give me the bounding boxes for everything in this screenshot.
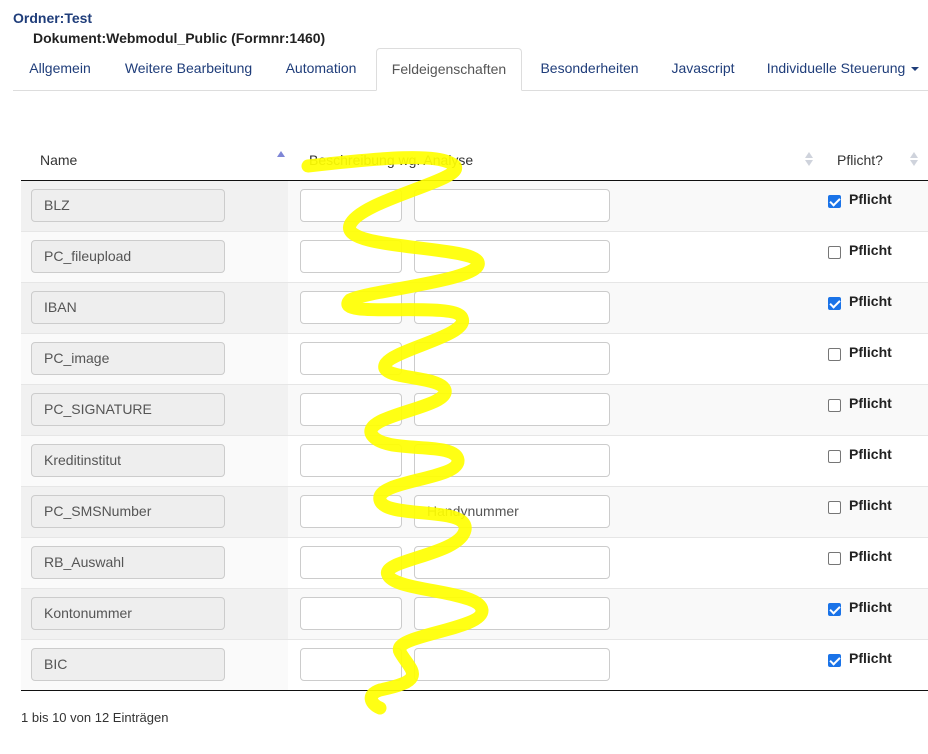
table-row: BIC Pflicht — [21, 640, 928, 691]
tab-automation[interactable]: Automation — [275, 48, 367, 89]
analysis-input[interactable] — [300, 546, 402, 579]
description-input[interactable]: Handynummer — [414, 495, 610, 528]
required-checkbox[interactable] — [828, 348, 841, 361]
column-header-required[interactable]: Pflicht? — [837, 138, 883, 180]
description-input[interactable] — [414, 189, 610, 222]
tab-feldeigenschaften[interactable]: Feldeigenschaften — [376, 48, 522, 91]
analysis-input[interactable] — [300, 648, 402, 681]
required-checkbox[interactable] — [828, 501, 841, 514]
tab-label: Allgemein — [29, 60, 91, 76]
table-row: PC_fileupload Pflicht — [21, 232, 928, 283]
tab-allgemein[interactable]: Allgemein — [19, 48, 101, 89]
field-name-input: PC_SMSNumber — [31, 495, 225, 528]
required-checkbox[interactable] — [828, 450, 841, 463]
analysis-input[interactable] — [300, 597, 402, 630]
document-title: Dokument:Webmodul_Public (Formnr:1460) — [33, 30, 326, 46]
description-input[interactable] — [414, 546, 610, 579]
required-label[interactable]: Pflicht — [849, 395, 892, 411]
description-input[interactable] — [414, 648, 610, 681]
table-row: RB_Auswahl Pflicht — [21, 538, 928, 589]
table-row: BLZ Pflicht — [21, 181, 928, 232]
column-header-name[interactable]: Name — [40, 138, 77, 180]
field-name-input: BIC — [31, 648, 225, 681]
analysis-input[interactable] — [300, 495, 402, 528]
required-label[interactable]: Pflicht — [849, 344, 892, 360]
analysis-input[interactable] — [300, 444, 402, 477]
table-row: Kontonummer Pflicht — [21, 589, 928, 640]
tab-label: Besonderheiten — [540, 60, 639, 76]
table-header: Name Beschreibung wg. Analyse Pflicht? — [21, 138, 928, 181]
required-checkbox[interactable] — [828, 603, 841, 616]
tab-besonderheiten[interactable]: Besonderheiten — [528, 48, 651, 89]
description-input[interactable] — [414, 342, 610, 375]
tab-label: Javascript — [671, 60, 735, 76]
table-row: IBAN Pflicht — [21, 283, 928, 334]
caret-down-icon — [911, 67, 920, 72]
description-input[interactable] — [414, 444, 610, 477]
description-input[interactable] — [414, 597, 610, 630]
description-input[interactable] — [414, 291, 610, 324]
sort-icon[interactable] — [910, 152, 918, 168]
required-checkbox[interactable] — [828, 297, 841, 310]
required-label[interactable]: Pflicht — [849, 293, 892, 309]
required-checkbox[interactable] — [828, 399, 841, 412]
field-name-input: Kontonummer — [31, 597, 225, 630]
sort-icon[interactable] — [805, 152, 813, 168]
field-name-input: Kreditinstitut — [31, 444, 225, 477]
tab-label: Feldeigenschaften — [391, 61, 507, 77]
tab-bar: Allgemein Weitere Bearbeitung Automation… — [13, 48, 928, 91]
table-row: Kreditinstitut Pflicht — [21, 436, 928, 487]
analysis-input[interactable] — [300, 393, 402, 426]
field-name-input: PC_fileupload — [31, 240, 225, 273]
field-name-input: PC_image — [31, 342, 225, 375]
table-row: PC_image Pflicht — [21, 334, 928, 385]
required-label[interactable]: Pflicht — [849, 191, 892, 207]
required-checkbox[interactable] — [828, 195, 841, 208]
field-name-input: BLZ — [31, 189, 225, 222]
analysis-input[interactable] — [300, 240, 402, 273]
required-label[interactable]: Pflicht — [849, 497, 892, 513]
table-row: PC_SIGNATURE Pflicht — [21, 385, 928, 436]
required-checkbox[interactable] — [828, 246, 841, 259]
tab-javascript[interactable]: Javascript — [659, 48, 747, 89]
tab-weitere-bearbeitung[interactable]: Weitere Bearbeitung — [111, 48, 266, 89]
tab-individuelle-steuerung[interactable]: Individuelle Steuerung — [758, 48, 928, 89]
analysis-input[interactable] — [300, 291, 402, 324]
required-label[interactable]: Pflicht — [849, 599, 892, 615]
required-label[interactable]: Pflicht — [849, 446, 892, 462]
analysis-input[interactable] — [300, 189, 402, 222]
pagination-info: 1 bis 10 von 12 Einträgen — [21, 710, 169, 725]
required-label[interactable]: Pflicht — [849, 650, 892, 666]
column-header-description[interactable]: Beschreibung wg. Analyse — [309, 138, 473, 180]
folder-title: Ordner:Test — [13, 10, 93, 26]
table-row: PC_SMSNumber Handynummer Pflicht — [21, 487, 928, 538]
tab-label: Automation — [285, 60, 357, 76]
field-name-input: RB_Auswahl — [31, 546, 225, 579]
description-input[interactable] — [414, 240, 610, 273]
field-name-input: IBAN — [31, 291, 225, 324]
required-checkbox[interactable] — [828, 654, 841, 667]
analysis-input[interactable] — [300, 342, 402, 375]
required-checkbox[interactable] — [828, 552, 841, 565]
tab-label: Individuelle Steuerung — [766, 60, 906, 76]
required-label[interactable]: Pflicht — [849, 548, 892, 564]
description-input[interactable] — [414, 393, 610, 426]
tab-label: Weitere Bearbeitung — [124, 60, 253, 76]
required-label[interactable]: Pflicht — [849, 242, 892, 258]
field-name-input: PC_SIGNATURE — [31, 393, 225, 426]
sort-ascending-icon[interactable] — [277, 151, 285, 157]
